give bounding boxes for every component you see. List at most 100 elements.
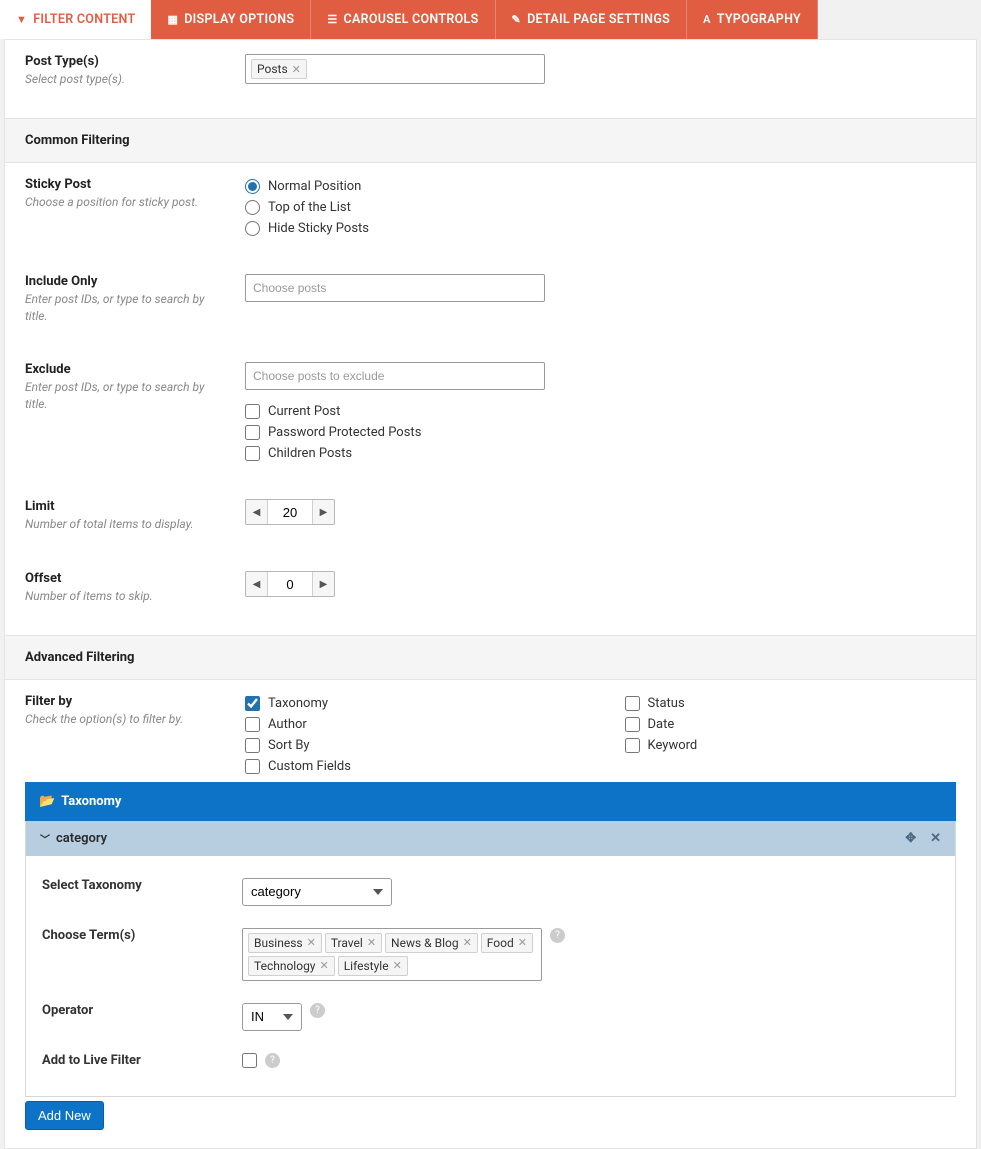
taxonomy-term-header[interactable]: ﹀ category ✥ ✕ (26, 821, 955, 856)
live-filter-row: Add to Live Filter ? (42, 1045, 939, 1082)
token-remove-icon[interactable]: ✕ (393, 959, 402, 972)
post-type-token[interactable]: Posts ✕ (251, 59, 307, 79)
include-input-wrap[interactable] (245, 274, 545, 302)
help-icon[interactable]: ? (265, 1053, 280, 1068)
chevron-down-icon: ﹀ (40, 831, 50, 846)
sticky-option[interactable]: Normal Position (245, 179, 956, 194)
option-text: Children Posts (268, 446, 352, 461)
exclude-children-posts[interactable] (245, 446, 260, 461)
include-input[interactable] (251, 279, 539, 297)
option-text: Top of the List (268, 200, 351, 215)
option-text: Author (268, 717, 307, 732)
tab-label: FILTER CONTENT (33, 12, 135, 27)
filter-by-option[interactable]: Date (625, 717, 957, 732)
offset-label: Offset (25, 571, 227, 586)
tab-detail-page-settings[interactable]: ✎ DETAIL PAGE SETTINGS (496, 0, 688, 39)
help-icon[interactable]: ? (310, 1003, 325, 1018)
tab-carousel-controls[interactable]: ☰ CAROUSEL CONTROLS (311, 0, 495, 39)
filter-by-keyword[interactable] (625, 738, 640, 753)
remove-term-icon[interactable]: ✕ (930, 831, 941, 846)
filter-by-option[interactable]: Author (245, 717, 577, 732)
font-icon: A (703, 13, 711, 26)
sticky-radio-normal[interactable] (245, 179, 260, 194)
exclude-row: Exclude Enter post IDs, or type to searc… (5, 332, 976, 469)
live-filter-checkbox[interactable] (242, 1053, 257, 1068)
token-remove-icon[interactable]: ✕ (367, 936, 376, 949)
sticky-option[interactable]: Hide Sticky Posts (245, 221, 956, 236)
folder-icon: 📂 (39, 794, 55, 809)
sticky-post-row: Sticky Post Choose a position for sticky… (5, 163, 976, 244)
exclude-input[interactable] (251, 367, 539, 385)
offset-spinner: ◀ ▶ (245, 571, 335, 597)
offset-increment[interactable]: ▶ (312, 572, 334, 596)
token-remove-icon[interactable]: ✕ (463, 936, 472, 949)
option-text: Normal Position (268, 179, 361, 194)
limit-increment[interactable]: ▶ (312, 500, 334, 524)
term-token[interactable]: Business✕ (248, 933, 322, 953)
tab-display-options[interactable]: ▦ DISPLAY OPTIONS (151, 0, 311, 39)
filter-by-option[interactable]: Sort By (245, 738, 577, 753)
filter-by-row: Filter by Check the option(s) to filter … (5, 680, 976, 782)
token-remove-icon[interactable]: ✕ (292, 63, 301, 76)
term-name: category (56, 831, 107, 846)
filter-by-option[interactable]: Status (625, 696, 957, 711)
post-types-input[interactable]: Posts ✕ (245, 54, 545, 84)
exclude-option[interactable]: Children Posts (245, 446, 956, 461)
filter-by-option[interactable]: Custom Fields (245, 759, 577, 774)
taxonomy-term-panel: ﹀ category ✥ ✕ Select Taxonomy category … (25, 821, 956, 1097)
token-text: Posts (257, 62, 288, 76)
tab-filter-content[interactable]: ▼ FILTER CONTENT (0, 0, 151, 39)
offset-row: Offset Number of items to skip. ◀ ▶ (5, 541, 976, 635)
post-types-desc: Select post type(s). (25, 71, 227, 88)
filter-by-sort[interactable] (245, 738, 260, 753)
sticky-post-desc: Choose a position for sticky post. (25, 194, 227, 211)
filter-by-option[interactable]: Taxonomy (245, 696, 577, 711)
limit-decrement[interactable]: ◀ (246, 500, 268, 524)
token-remove-icon[interactable]: ✕ (319, 959, 328, 972)
term-token[interactable]: Lifestyle✕ (338, 956, 408, 976)
term-token[interactable]: Food✕ (481, 933, 533, 953)
exclude-option[interactable]: Current Post (245, 404, 956, 419)
add-new-button[interactable]: Add New (25, 1101, 104, 1130)
live-filter-label: Add to Live Filter (42, 1053, 242, 1068)
filter-by-status[interactable] (625, 696, 640, 711)
operator-dropdown[interactable]: IN (242, 1003, 302, 1031)
section-advanced-filtering: Advanced Filtering (5, 635, 976, 680)
term-token[interactable]: Travel✕ (325, 933, 382, 953)
edit-icon: ✎ (512, 13, 522, 26)
filter-by-custom-fields[interactable] (245, 759, 260, 774)
token-remove-icon[interactable]: ✕ (307, 936, 316, 949)
filter-by-date[interactable] (625, 717, 640, 732)
tab-typography[interactable]: A TYPOGRAPHY (687, 0, 818, 39)
filter-by-option[interactable]: Keyword (625, 738, 957, 753)
help-icon[interactable]: ? (550, 928, 565, 943)
option-text: Hide Sticky Posts (268, 221, 369, 236)
choose-terms-input[interactable]: Business✕Travel✕News & Blog✕Food✕ Technol… (242, 928, 542, 981)
offset-decrement[interactable]: ◀ (246, 572, 268, 596)
exclude-option[interactable]: Password Protected Posts (245, 425, 956, 440)
token-remove-icon[interactable]: ✕ (518, 936, 527, 949)
limit-input[interactable] (268, 500, 312, 524)
tab-label: DETAIL PAGE SETTINGS (527, 12, 670, 27)
offset-input[interactable] (268, 572, 312, 596)
option-text: Status (648, 696, 685, 711)
sticky-radio-hide[interactable] (245, 221, 260, 236)
sticky-radio-top[interactable] (245, 200, 260, 215)
exclude-password-protected[interactable] (245, 425, 260, 440)
tab-label: TYPOGRAPHY (717, 12, 801, 27)
term-token[interactable]: News & Blog✕ (385, 933, 478, 953)
filter-by-author[interactable] (245, 717, 260, 732)
select-taxonomy-dropdown[interactable]: category (242, 878, 392, 906)
filter-by-taxonomy[interactable] (245, 696, 260, 711)
section-common-filtering: Common Filtering (5, 118, 976, 163)
term-token[interactable]: Technology✕ (248, 956, 335, 976)
taxonomy-accordion-header[interactable]: 📂 Taxonomy (25, 782, 956, 821)
limit-spinner: ◀ ▶ (245, 499, 335, 525)
exclude-label: Exclude (25, 362, 227, 377)
exclude-current-post[interactable] (245, 404, 260, 419)
sticky-option[interactable]: Top of the List (245, 200, 956, 215)
option-text: Sort By (268, 738, 310, 753)
move-handle-icon[interactable]: ✥ (905, 831, 916, 846)
exclude-input-wrap[interactable] (245, 362, 545, 390)
post-types-label: Post Type(s) (25, 54, 227, 69)
